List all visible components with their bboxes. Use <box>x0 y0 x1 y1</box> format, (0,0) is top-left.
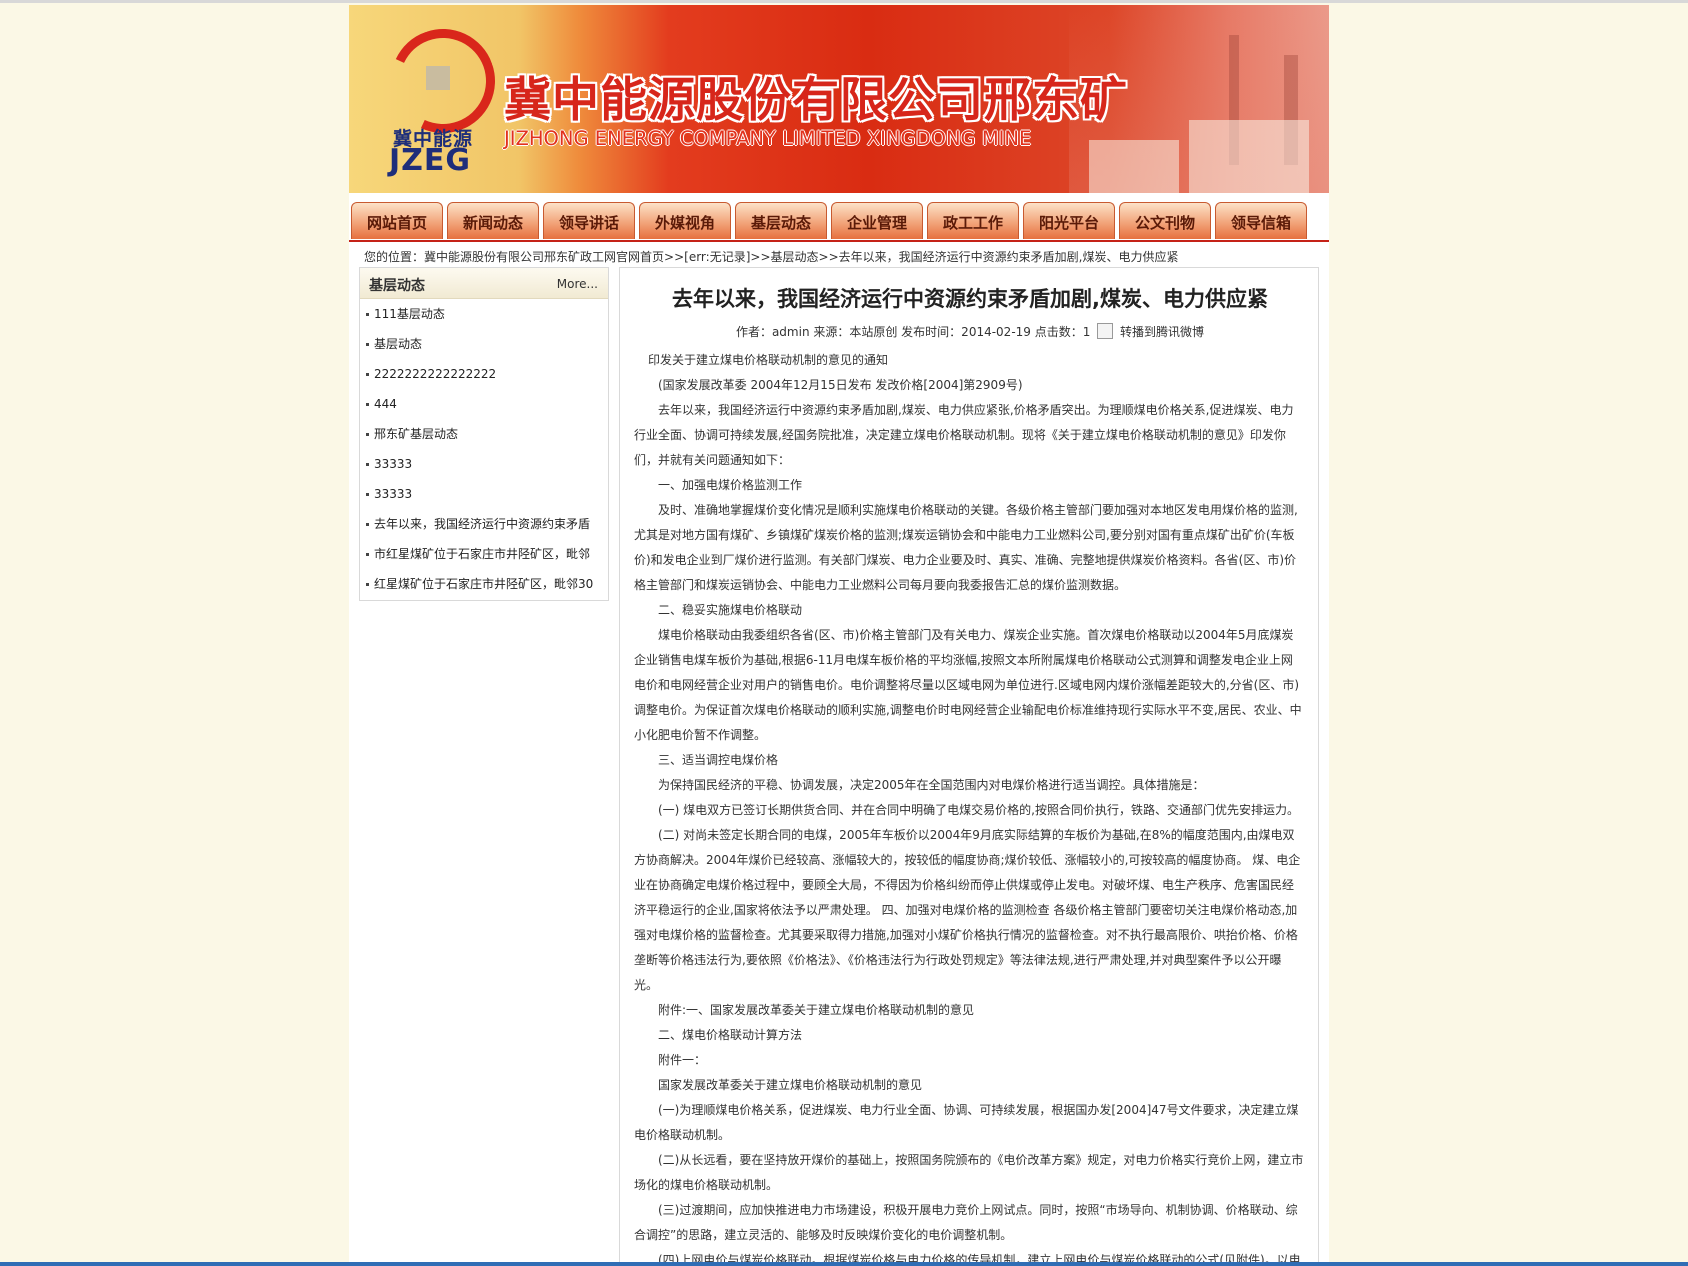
article-paragraph: 一、加强电煤价格监测工作 <box>658 478 803 492</box>
article-paragraph: 二、煤电价格联动计算方法 <box>658 1028 803 1042</box>
browser-top-line <box>0 0 1688 3</box>
sidebar-item-label: 去年以来，我国经济运行中资源约束矛盾 <box>374 517 591 531</box>
article-paragraph: 去年以来，我国经济运行中资源约束矛盾加剧,煤炭、电力供应紧张,价格矛盾突出。为理… <box>634 403 1294 467</box>
article-paragraph: (国家发展改革委 2004年12月15日发布 发改价格[2004]第2909号) <box>658 378 1023 392</box>
article-paragraph: (一) 煤电双方已签订长期供货合同、并在合同中明确了电煤交易价格的,按照合同价执… <box>658 803 1299 817</box>
sidebar: 基层动态 More... 111基层动态 基层动态 22222222222222… <box>359 267 609 601</box>
more-link[interactable]: More... <box>557 277 598 291</box>
breadcrumb-home-link[interactable]: 冀中能源股份有限公司邢东矿政工网官网首页 <box>424 250 664 264</box>
sidebar-item[interactable]: 111基层动态 <box>360 299 608 329</box>
nav-item-mailbox[interactable]: 领导信箱 <box>1215 202 1307 239</box>
share-link[interactable]: 转播到腾讯微博 <box>1120 325 1204 339</box>
sidebar-item-label: 444 <box>374 397 397 411</box>
bullet-icon <box>366 313 369 316</box>
breadcrumb: 您的位置：冀中能源股份有限公司邢东矿政工网官网首页>>[err:无记录]>>基层… <box>364 248 1178 265</box>
sidebar-item-label: 邢东矿基层动态 <box>374 427 459 441</box>
mine-building <box>1089 140 1179 193</box>
nav-item-political[interactable]: 政工工作 <box>927 202 1019 239</box>
bullet-icon <box>366 343 369 346</box>
sidebar-item[interactable]: 红星煤矿位于石家庄市井陉矿区，毗邻30 <box>360 569 608 599</box>
bullet-icon <box>366 583 369 586</box>
site-subtitle: JIZHONG ENERGY COMPANY LIMITED XINGDONG … <box>504 127 1032 150</box>
breadcrumb-separator: >> <box>664 250 685 264</box>
article-paragraph: (二) 对尚未签定长期合同的电煤，2005年车板价以2004年9月底实际结算的车… <box>634 828 1301 992</box>
site-title: 冀中能源股份有限公司邢东矿 <box>504 73 1128 128</box>
article-panel: 去年以来，我国经济运行中资源约束矛盾加剧,煤炭、电力供应紧 作者：admin 来… <box>619 267 1319 1266</box>
sidebar-item-label: 市红星煤矿位于石家庄市井陉矿区，毗邻 <box>374 547 591 561</box>
bullet-icon <box>366 493 369 496</box>
site-banner: 冀中能源 JZEG 冀中能源股份有限公司邢东矿 JIZHONG ENERGY C… <box>349 5 1329 193</box>
breadcrumb-error: [err:无记录] <box>684 250 751 264</box>
page-container: 冀中能源 JZEG 冀中能源股份有限公司邢东矿 JIZHONG ENERGY C… <box>349 5 1329 1266</box>
nav-item-sunshine[interactable]: 阳光平台 <box>1023 202 1115 239</box>
nav-item-grassroots[interactable]: 基层动态 <box>735 202 827 239</box>
sidebar-item[interactable]: 2222222222222222 <box>360 359 608 389</box>
sidebar-item-label: 红星煤矿位于石家庄市井陉矿区，毗邻30 <box>374 577 594 591</box>
article-paragraph: 二、稳妥实施煤电价格联动 <box>658 603 803 617</box>
article-paragraph: 附件:一、国家发展改革委关于建立煤电价格联动机制的意见 <box>658 1003 975 1017</box>
bullet-icon <box>366 433 369 436</box>
article-paragraph: (一)为理顺煤电价格关系，促进煤炭、电力行业全面、协调、可持续发展，根据国办发[… <box>634 1103 1299 1142</box>
bullet-icon <box>366 523 369 526</box>
sidebar-title: 基层动态 <box>369 278 425 294</box>
logo-abbreviation: JZEG <box>389 143 472 178</box>
sidebar-item[interactable]: 444 <box>360 389 608 419</box>
sidebar-item[interactable]: 邢东矿基层动态 <box>360 419 608 449</box>
nav-item-home[interactable]: 网站首页 <box>351 202 443 239</box>
breadcrumb-current: 去年以来，我国经济运行中资源约束矛盾加剧,煤炭、电力供应紧 <box>838 250 1179 264</box>
nav-item-documents[interactable]: 公文刊物 <box>1119 202 1211 239</box>
nav-item-news[interactable]: 新闻动态 <box>447 202 539 239</box>
sidebar-item-label: 33333 <box>374 487 413 501</box>
article-paragraph: 为保持国民经济的平稳、协调发展，决定2005年在全国范围内对电煤价格进行适当调控… <box>658 778 1205 792</box>
bullet-icon <box>366 373 369 376</box>
main-nav: 网站首页 新闻动态 领导讲话 外媒视角 基层动态 企业管理 政工工作 阳光平台 … <box>349 198 1329 242</box>
bullet-icon <box>366 463 369 466</box>
bullet-icon <box>366 403 369 406</box>
article-meta-info: 作者：admin 来源：本站原创 发布时间：2014-02-19 点击数：1 <box>735 325 1091 339</box>
sidebar-item[interactable]: 去年以来，我国经济运行中资源约束矛盾 <box>360 509 608 539</box>
sidebar-item-label: 111基层动态 <box>374 307 445 321</box>
sidebar-item[interactable]: 基层动态 <box>360 329 608 359</box>
sidebar-list: 111基层动态 基层动态 2222222222222222 444 邢东矿基层动… <box>360 299 608 599</box>
article-paragraph: 及时、准确地掌握煤价变化情况是顺利实施煤电价格联动的关键。各级价格主管部门要加强… <box>634 503 1298 592</box>
sidebar-item[interactable]: 市红星煤矿位于石家庄市井陉矿区，毗邻 <box>360 539 608 569</box>
breadcrumb-separator: >> <box>750 250 771 264</box>
article-paragraph: 印发关于建立煤电价格联动机制的意见的通知 <box>648 353 889 367</box>
sidebar-header: 基层动态 More... <box>360 268 608 299</box>
article-paragraph: (二)从长远看，要在坚持放开煤价的基础上，按照国务院颁布的《电价改革方案》规定，… <box>634 1153 1304 1192</box>
sidebar-item-label: 2222222222222222 <box>374 367 497 381</box>
sidebar-item-label: 33333 <box>374 457 413 471</box>
breadcrumb-category-link[interactable]: 基层动态 <box>771 250 819 264</box>
taskbar-edge <box>0 1262 1688 1266</box>
nav-item-speeches[interactable]: 领导讲话 <box>543 202 635 239</box>
article-paragraph: 国家发展改革委关于建立煤电价格联动机制的意见 <box>658 1078 923 1092</box>
article-body: 印发关于建立煤电价格联动机制的意见的通知 (国家发展改革委 2004年12月15日… <box>634 348 1304 1266</box>
article-paragraph: 附件一： <box>658 1053 707 1067</box>
breadcrumb-separator: >> <box>818 250 839 264</box>
tencent-weibo-icon[interactable] <box>1097 323 1114 339</box>
article-meta: 作者：admin 来源：本站原创 发布时间：2014-02-19 点击数：1 转… <box>620 323 1318 340</box>
article-paragraph: 煤电价格联动由我委组织各省(区、市)价格主管部门及有关电力、煤炭企业实施。首次煤… <box>634 628 1302 742</box>
sidebar-item[interactable]: 33333 <box>360 449 608 479</box>
breadcrumb-prefix: 您的位置： <box>364 250 425 264</box>
mine-building <box>1189 120 1309 193</box>
article-paragraph: 三、适当调控电煤价格 <box>658 753 779 767</box>
article-paragraph: (三)过渡期间，应加快推进电力市场建设，积极开展电力竞价上网试点。同时，按照“市… <box>634 1203 1298 1242</box>
sidebar-item-label: 基层动态 <box>374 337 423 351</box>
nav-item-media[interactable]: 外媒视角 <box>639 202 731 239</box>
nav-item-management[interactable]: 企业管理 <box>831 202 923 239</box>
article-title: 去年以来，我国经济运行中资源约束矛盾加剧,煤炭、电力供应紧 <box>672 287 1268 311</box>
logo-square-icon <box>426 66 450 90</box>
sidebar-item[interactable]: 33333 <box>360 479 608 509</box>
bullet-icon <box>366 553 369 556</box>
